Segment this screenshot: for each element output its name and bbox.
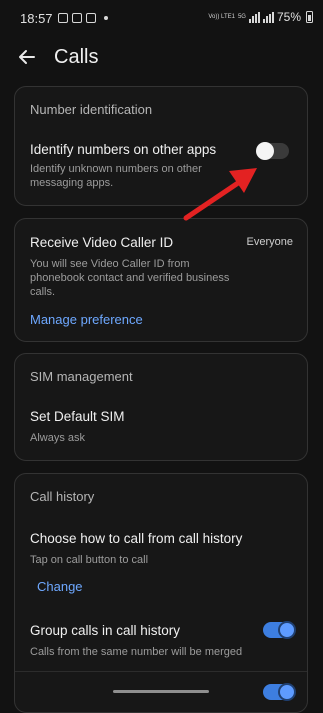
setting-title: Identify numbers on other apps: [30, 142, 217, 157]
group-calls-toggle[interactable]: [263, 621, 296, 639]
identify-numbers-toggle[interactable]: [256, 142, 289, 160]
section-title: SIM management: [30, 369, 133, 384]
setting-subtitle: Always ask: [30, 432, 86, 444]
status-bar: 18:57 Vo)) LTE1 5G 75%: [0, 0, 323, 36]
gmail-icon: [72, 13, 82, 23]
toggle-thumb: [278, 621, 296, 639]
battery-icon: [306, 11, 313, 23]
manage-preference-link[interactable]: Manage preference: [30, 312, 143, 327]
toggle-thumb: [256, 142, 274, 160]
setting-value: Everyone: [246, 236, 293, 248]
group-calls-setting[interactable]: Group calls in call history Calls from t…: [15, 614, 307, 664]
signal-icon: [248, 11, 260, 23]
network-type-label: 5G: [237, 14, 246, 20]
battery-percent: 75%: [276, 10, 301, 24]
notification-icons: [58, 11, 108, 25]
divider: [15, 671, 307, 672]
sim-management-card: SIM management Set Default SIM Always as…: [14, 353, 308, 461]
page-title: Calls: [54, 46, 99, 68]
setting-title: Receive Video Caller ID: [30, 235, 174, 250]
setting-title: Group calls in call history: [30, 623, 181, 638]
toggle-thumb: [278, 683, 296, 701]
signal-icon-2: [262, 11, 274, 23]
default-sim-setting[interactable]: Set Default SIM Always ask: [15, 400, 307, 456]
app-bar: Calls: [0, 36, 323, 78]
app-icon: [86, 13, 96, 23]
call-from-history-setting[interactable]: Choose how to call from call history Tap…: [15, 522, 307, 566]
section-title: Number identification: [30, 102, 153, 117]
gallery-icon: [58, 13, 68, 23]
section-title: Call history: [30, 489, 95, 504]
video-caller-id-setting[interactable]: Receive Video Caller ID Everyone You wil…: [15, 219, 307, 301]
number-identification-card: Number identification Identify numbers o…: [14, 86, 308, 206]
next-setting-toggle[interactable]: [263, 683, 296, 701]
home-indicator[interactable]: [113, 690, 209, 693]
setting-subtitle: Tap on call button to call: [30, 554, 149, 566]
setting-subtitle: You will see Video Caller ID from phoneb…: [30, 258, 230, 298]
change-link[interactable]: Change: [37, 579, 83, 594]
video-caller-id-card: Receive Video Caller ID Everyone You wil…: [14, 218, 308, 342]
status-time: 18:57: [20, 11, 53, 26]
more-notifications-icon: [104, 16, 108, 20]
system-icons: Vo)) LTE1 5G 75%: [208, 10, 313, 24]
call-history-card: Call history Choose how to call from cal…: [14, 473, 308, 713]
setting-title: Choose how to call from call history: [30, 531, 243, 546]
volte-label: Vo)) LTE1: [208, 14, 235, 20]
setting-subtitle: Identify unknown numbers on other messag…: [30, 163, 202, 189]
setting-title: Set Default SIM: [30, 409, 125, 424]
setting-subtitle: Calls from the same number will be merge…: [30, 646, 243, 658]
back-arrow-icon[interactable]: [14, 44, 40, 70]
